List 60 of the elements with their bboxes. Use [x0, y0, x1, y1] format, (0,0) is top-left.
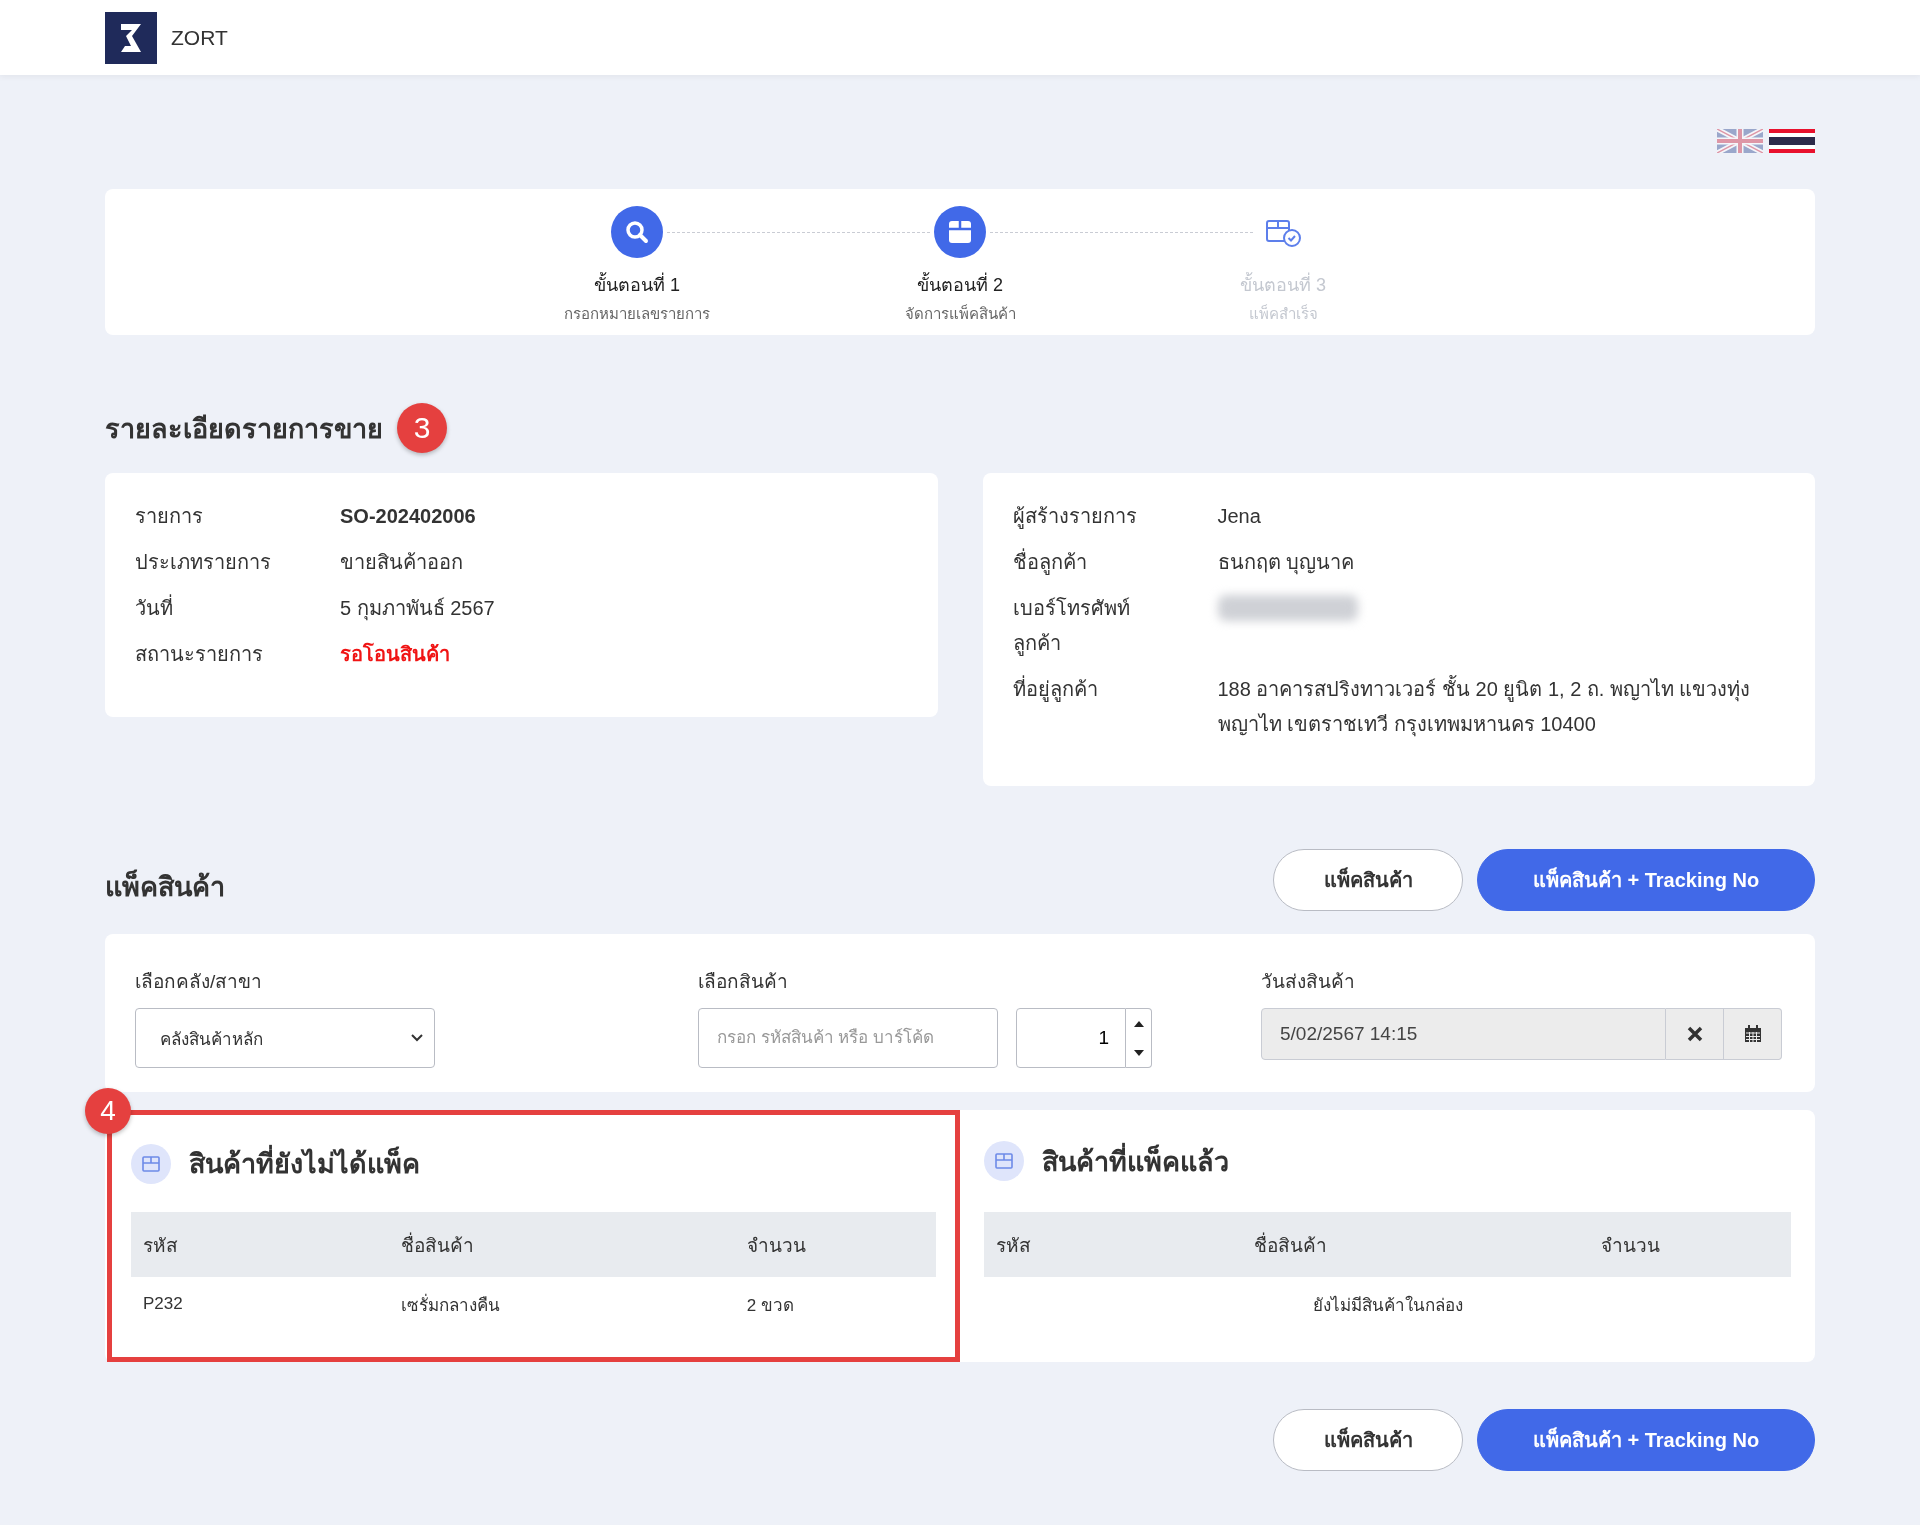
quantity-field[interactable]: 1 [1016, 1008, 1126, 1068]
product-search-field[interactable]: กรอก รหัสสินค้า หรือ บาร์โค้ด [698, 1008, 998, 1068]
step-title: ขั้นตอนที่ 1 [594, 270, 680, 299]
field-label: ผู้สร้างรายการ [1012, 504, 1138, 531]
empty-message: ยังไม่มีสินค้าในกล่อง [984, 1277, 1791, 1331]
boxes-icon [984, 1141, 1024, 1181]
column-header: จำนวน [734, 1212, 936, 1277]
field-label: เลือกสินค้า [698, 970, 789, 994]
field-value: 5 กุมภาพันธ์ 2567 [340, 596, 496, 623]
column-header: รหัส [984, 1212, 1243, 1277]
pack-tracking-button[interactable]: แพ็คสินค้า + Tracking No [1477, 849, 1815, 911]
spin-up-icon[interactable] [1132, 1019, 1145, 1028]
clear-button[interactable] [1666, 1008, 1724, 1060]
field-value: ธนกฤต บุญนาค [1217, 550, 1356, 577]
column-header: ชื่อสินค้า [388, 1212, 735, 1277]
step-subtitle: แพ็คสำเร็จ [1248, 303, 1318, 324]
chevron-down-icon [410, 1033, 424, 1043]
step-title: ขั้นตอนที่ 3 [1240, 270, 1326, 299]
close-icon [1686, 1026, 1703, 1042]
field-label: วันที่ [135, 591, 285, 626]
section-title: แพ็คสินค้า [105, 865, 225, 908]
field-label: เลือกคลัง/สาขา [135, 970, 264, 994]
field-label: สถานะรายการ [135, 642, 264, 667]
section-title: รายละเอียดรายการขาย [105, 412, 383, 446]
step-title: ขั้นตอนที่ 2 [917, 270, 1003, 299]
column-header: ชื่อสินค้า [1242, 1212, 1590, 1277]
step-marker-badge: 3 [397, 403, 447, 453]
column-header: รหัส [131, 1212, 389, 1277]
field-label: เบอร์โทรศัพท์ลูกค้า [1012, 596, 1131, 658]
field-value: 188 อาคารสปริงทาวเวอร์ ชั้น 20 ยูนิต 1, 2 ถ. พญาไท แขวงทุ่ง พญาไท เขตราชเทวี กรุงเทพมหานคร 10400 [1217, 672, 1785, 742]
table-cell: 2 ขวด [734, 1277, 936, 1331]
spin-down-icon[interactable] [1132, 1048, 1145, 1057]
step-subtitle: จัดการแพ็คสินค้า [904, 303, 1016, 324]
ship-date-field[interactable]: 5/02/2567 14:15 [1261, 1008, 1666, 1060]
boxes-icon [131, 1143, 171, 1184]
table-cell: P232 [131, 1277, 389, 1331]
field-label: ที่อยู่ลูกค้า [1012, 672, 1163, 742]
table-cell: เซรั่มกลางคืน [388, 1277, 735, 1331]
status-value: รอโอนสินค้า [340, 641, 451, 667]
step-marker-badge: 4 [85, 1088, 131, 1134]
column-header: จำนวน [1589, 1212, 1791, 1277]
field-value: ขายสินค้าออก [340, 550, 464, 575]
field-value: Jena [1217, 504, 1262, 529]
pack-button[interactable]: แพ็คสินค้า [1273, 849, 1463, 911]
pack-button[interactable]: แพ็คสินค้า [1273, 1409, 1463, 1471]
thai-flag-icon[interactable] [1769, 129, 1815, 153]
field-label: วันส่งสินค้า [1261, 970, 1356, 994]
calendar-button[interactable] [1724, 1008, 1782, 1060]
warehouse-dropdown[interactable]: คลังสินค้าหลัก [135, 1008, 435, 1068]
panel-title: สินค้าที่แพ็คแล้ว [1042, 1139, 1229, 1183]
field-label: รายการ [135, 504, 204, 529]
field-value: SO-202402006 [340, 504, 477, 529]
step-subtitle: กรอกหมายเลขรายการ [564, 304, 710, 324]
field-label: ประเภทรายการ [135, 550, 272, 575]
logo-icon [105, 11, 157, 64]
panel-title: สินค้าที่ยังไม่ได้แพ็ค [189, 1142, 420, 1185]
brand-name: ZORT [171, 25, 228, 50]
pack-tracking-button[interactable]: แพ็คสินค้า + Tracking No [1477, 1409, 1815, 1471]
field-label: ชื่อลูกค้า [1012, 545, 1163, 580]
calendar-icon [1743, 1025, 1762, 1043]
